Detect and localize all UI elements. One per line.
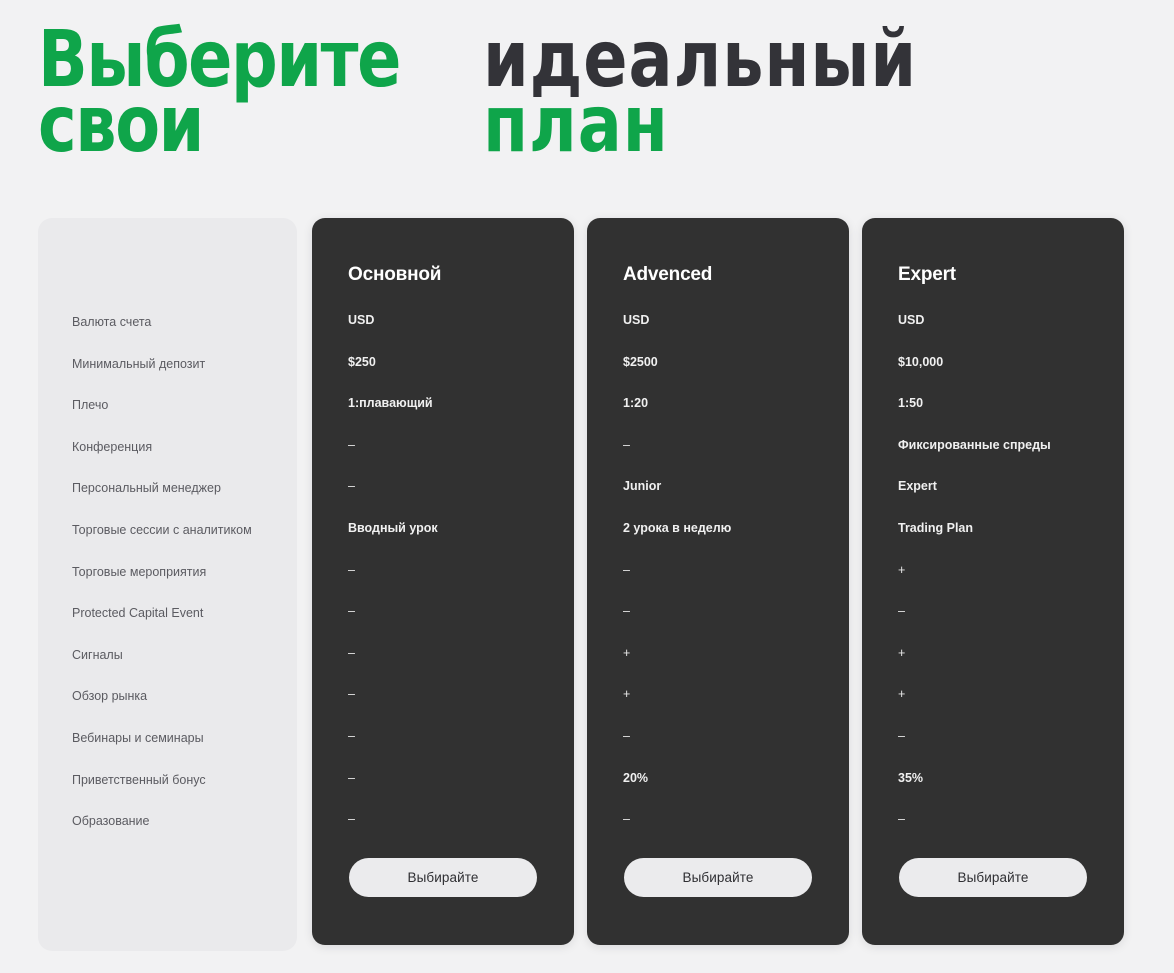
plan-value: – <box>348 729 356 743</box>
plan-value: $250 <box>348 354 376 369</box>
plan-value: USD <box>623 313 650 327</box>
plan-title: Expert <box>898 264 956 285</box>
plan-value: – <box>898 729 906 743</box>
plan-value: $2500 <box>623 354 658 369</box>
feature-label: Образование <box>72 814 150 829</box>
plan-value: – <box>348 645 356 660</box>
feature-label: Конференция <box>72 439 153 454</box>
plan-value: – <box>348 687 356 702</box>
feature-label: Минимальный депозит <box>72 356 206 371</box>
plan-value: Expert <box>898 479 937 494</box>
plan-value: 1:50 <box>898 396 924 411</box>
feature-label: Вебинары и семинары <box>72 731 204 745</box>
plan-value: – <box>898 812 906 827</box>
feature-label: Обзор рынка <box>72 689 148 704</box>
plan-value: – <box>898 604 906 619</box>
feature-label: Сигналы <box>72 647 123 662</box>
plan-value: Trading Plan <box>898 521 974 535</box>
plan-value: – <box>348 812 356 827</box>
plan-value: – <box>623 604 631 619</box>
plan-cards-container: Основной USD $250 1:плавающий – – Вводный урок… <box>312 218 1124 945</box>
feature-label: Валюта счета <box>72 315 152 329</box>
plan-value: $10,000 <box>898 354 944 369</box>
plan-value: 2 урока в неделю <box>623 521 732 535</box>
page-title: Выберите свои идеальный план <box>38 21 1138 170</box>
feature-label: Персональный менеджер <box>72 481 221 496</box>
plan-value: USD <box>898 313 925 327</box>
choose-plan-button[interactable]: Выбирайте <box>624 858 812 897</box>
heading-line-plan: план <box>483 79 670 170</box>
feature-label: Торговые сессии с аналитиком <box>72 523 252 537</box>
feature-label: Приветственный бонус <box>72 772 206 787</box>
heading-column-left: Выберите свои <box>38 21 427 170</box>
heading-column-right: идеальный план <box>483 21 950 170</box>
plan-value: Junior <box>623 479 662 494</box>
plan-value: – <box>348 770 356 785</box>
plan-value: USD <box>348 313 375 327</box>
plan-value: + <box>623 687 631 702</box>
plan-value: – <box>348 437 356 452</box>
plan-value: – <box>623 729 631 743</box>
choose-plan-button[interactable]: Выбирайте <box>899 858 1087 897</box>
plan-value: – <box>348 604 356 619</box>
plan-value: 1:плавающий <box>348 396 433 411</box>
plan-value: 1:20 <box>623 396 649 411</box>
plan-value: – <box>623 562 631 577</box>
heading-line-svoi: свои <box>38 79 204 170</box>
plan-value: Вводный урок <box>348 521 438 535</box>
plan-value: + <box>898 687 906 702</box>
feature-label: Protected Capital Event <box>72 606 204 621</box>
plan-value: + <box>898 645 906 660</box>
feature-label: Торговые мероприятия <box>72 564 207 579</box>
plan-value: 20% <box>623 770 649 785</box>
plan-value: – <box>623 437 631 452</box>
plan-title: Основной <box>348 264 442 285</box>
pricing-page: Выберите свои идеальный план Валюта счет… <box>0 0 1174 973</box>
plan-value: Фиксированные спреды <box>898 437 1051 452</box>
plan-value: – <box>348 562 356 577</box>
feature-label: Плечо <box>72 398 109 413</box>
plan-title: Advenced <box>623 264 713 285</box>
plan-value: – <box>623 812 631 827</box>
choose-plan-button[interactable]: Выбирайте <box>349 858 537 897</box>
plan-value: – <box>348 479 356 494</box>
plan-card: Advenced USD $2500 1:20 – Junior 2 урока в нед… <box>587 218 849 945</box>
plan-card: Основной USD $250 1:плавающий – – Вводный урок… <box>312 218 574 945</box>
plan-value: + <box>623 645 631 660</box>
feature-label-panel: Валюта счета Минимальный депозит Плечо Конф… <box>38 218 297 951</box>
plan-card: Expert USD $10,000 1:50 Фиксированные спреды… <box>862 218 1124 945</box>
plan-value: 35% <box>898 770 924 785</box>
plan-value: + <box>898 562 906 577</box>
